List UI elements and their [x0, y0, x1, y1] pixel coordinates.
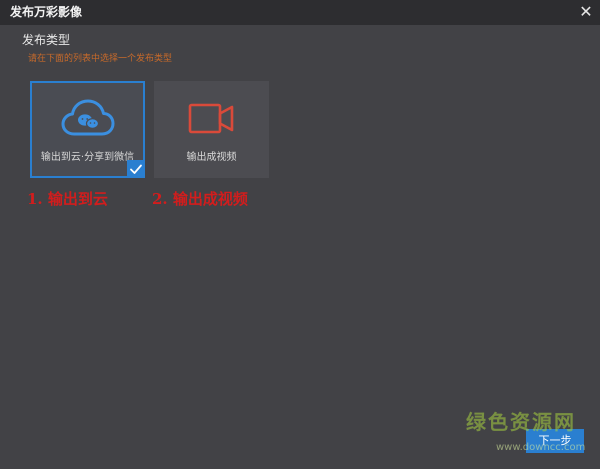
cloud-wechat-icon: [32, 97, 143, 141]
title-bar: 发布万彩影像 ✕: [0, 0, 600, 25]
close-icon[interactable]: ✕: [577, 3, 595, 21]
publish-type-heading: 发布类型: [22, 33, 71, 47]
annotation-output-video: 2. 输出成视频: [152, 190, 248, 208]
annotation-output-cloud: 1. 输出到云: [27, 190, 108, 208]
option-label: 输出成视频: [186, 152, 237, 163]
site-watermark: 绿色资源网 www.downcc.com: [466, 410, 600, 460]
watermark-text: 绿色资源网: [466, 410, 576, 434]
option-cloud-share-wechat[interactable]: 输出到云·分享到微信: [30, 81, 145, 178]
window-title: 发布万彩影像: [10, 5, 83, 19]
option-output-video[interactable]: 输出成视频: [154, 81, 269, 178]
publish-type-hint: 请在下面的列表中选择一个发布类型: [28, 54, 173, 64]
watermark-url: www.downcc.com: [496, 442, 586, 453]
check-icon: [127, 160, 145, 178]
video-camera-icon: [156, 97, 267, 141]
